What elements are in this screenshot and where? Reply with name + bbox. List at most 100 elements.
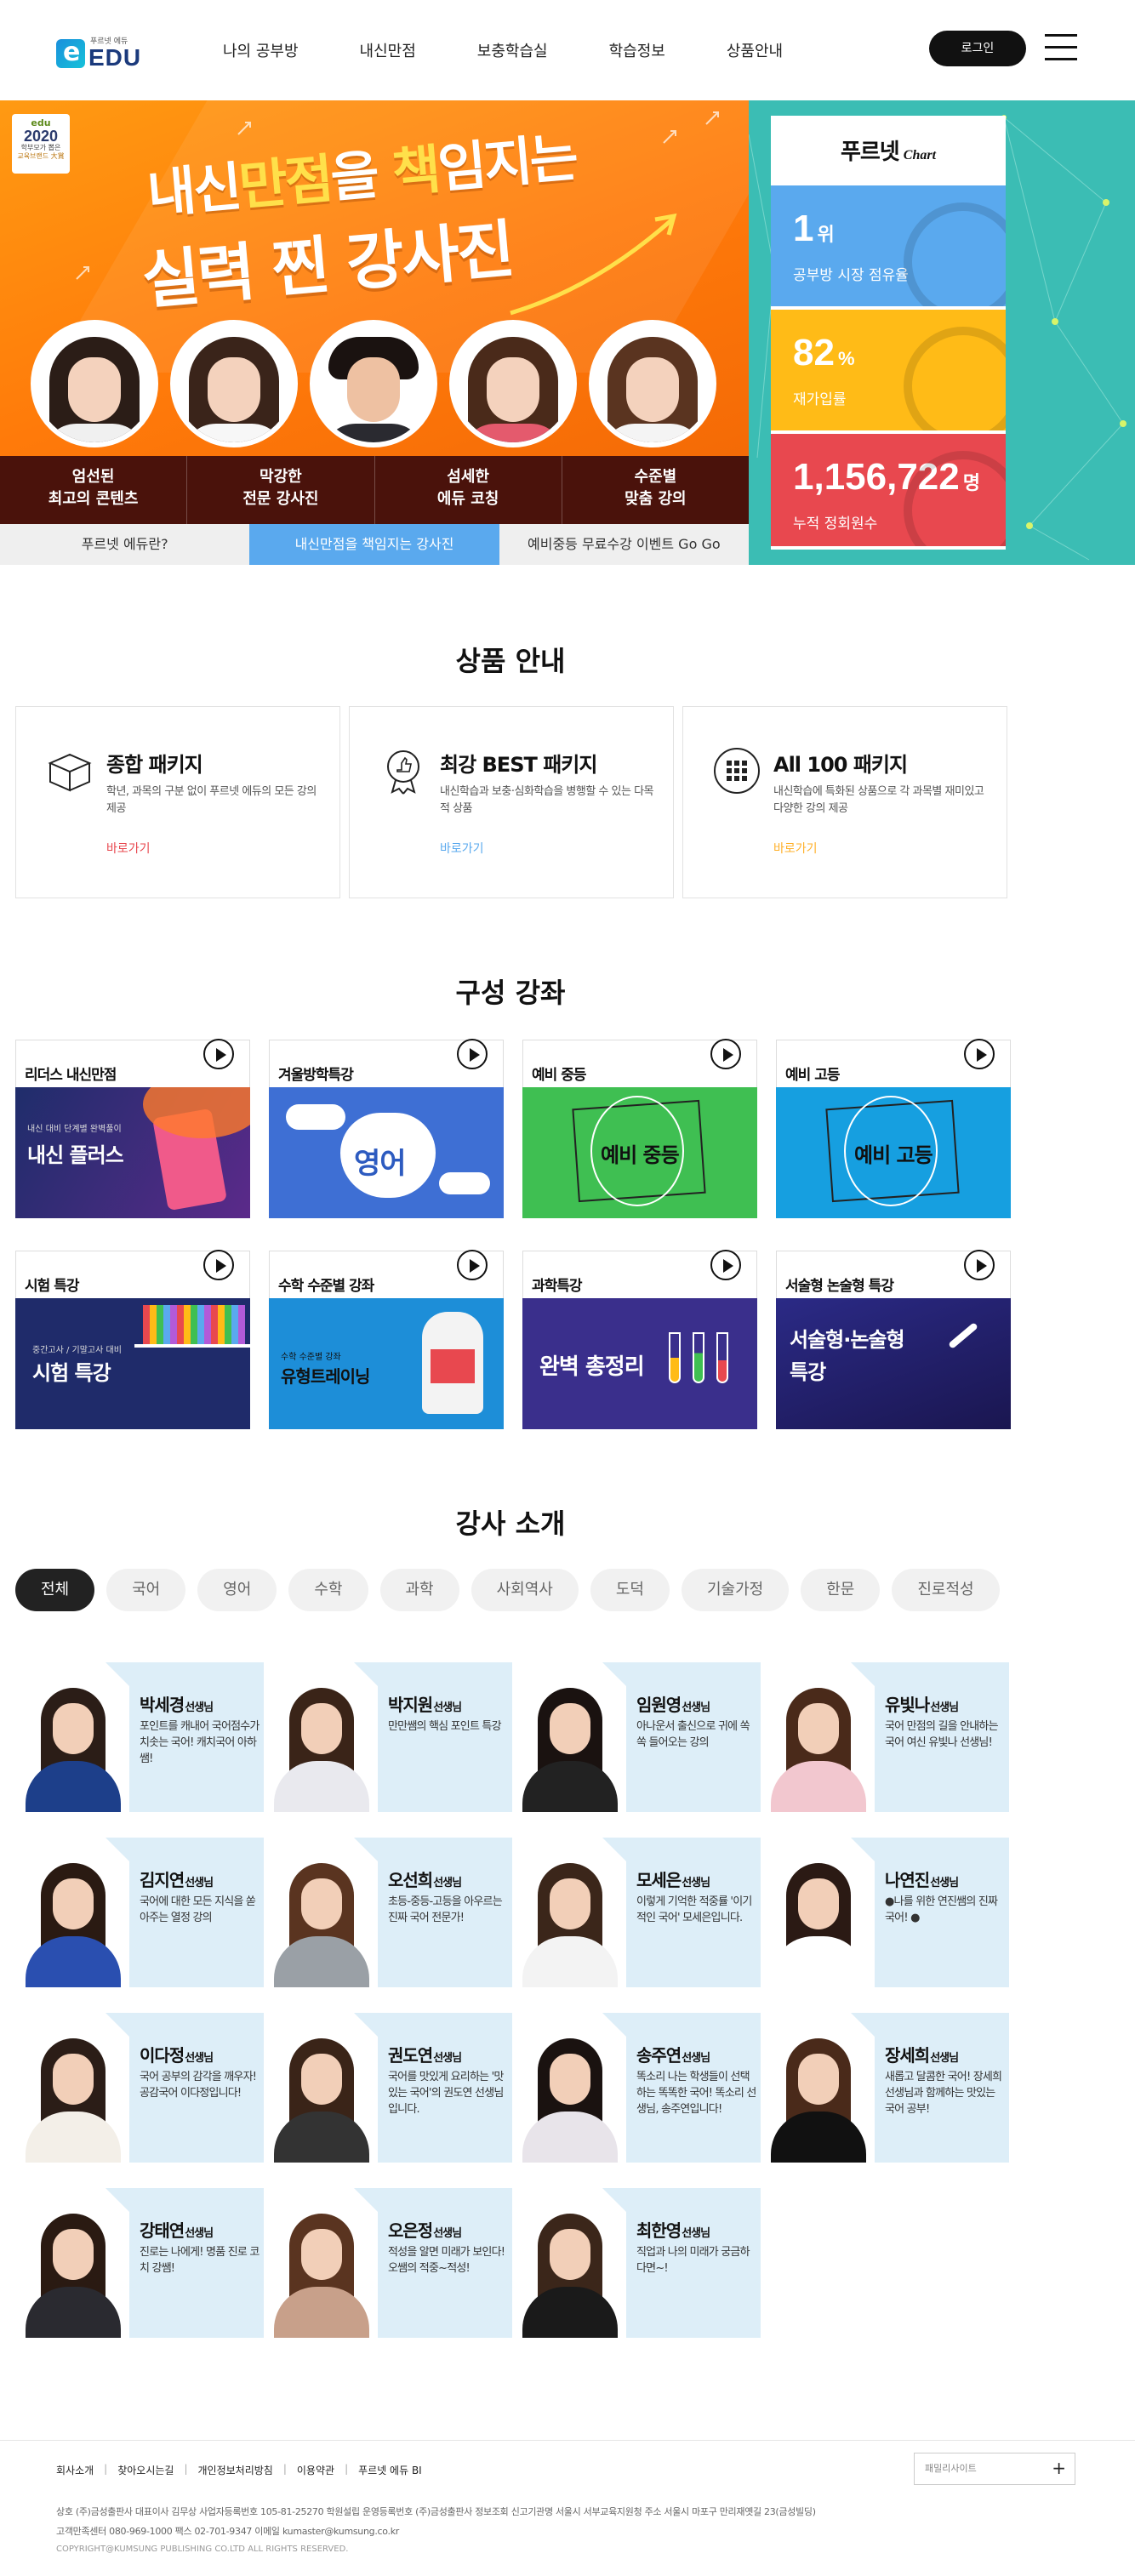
teacher-card[interactable]: 임원영선생님 아나운서 출신으로 귀에 쏙쏙 들어오는 강의 <box>512 1662 761 1812</box>
footer-link[interactable]: 이용약관 <box>297 2463 334 2477</box>
product-card-package[interactable]: 종합 패키지 학년, 과목의 구분 없이 푸르넷 에듀의 모든 강의 제공 바로… <box>15 706 340 898</box>
login-button[interactable]: 로그인 <box>929 31 1026 66</box>
photo-fold-corner <box>106 1838 129 1861</box>
products-title: 상품 안내 <box>455 645 566 677</box>
play-icon[interactable] <box>710 1039 741 1069</box>
nav-item-my-study[interactable]: 나의 공부방 <box>223 39 299 61</box>
teacher-card[interactable]: 김지연선생님 국어에 대한 모든 지식을 쏟아주는 열정 강의 <box>15 1838 264 1987</box>
teacher-card[interactable]: 이다정선생님 국어 공부의 감각을 깨우자! 공감국어 이다정입니다! <box>15 2013 264 2163</box>
teacher-photo <box>761 1662 875 1812</box>
filter-korean[interactable]: 국어 <box>106 1569 186 1611</box>
play-icon[interactable] <box>457 1250 488 1280</box>
teacher-name: 오선희선생님 <box>388 1866 462 1891</box>
play-icon[interactable] <box>710 1250 741 1280</box>
product-link[interactable]: 바로가기 <box>106 840 151 857</box>
play-icon[interactable] <box>203 1250 234 1280</box>
course-card-science[interactable]: 과학특강 완벽 총정리 <box>522 1250 757 1429</box>
play-icon[interactable] <box>457 1039 488 1069</box>
photo-face <box>550 1703 590 1754</box>
teacher-card[interactable]: 최한영선생님 직업과 나의 미래가 궁금하다면~! <box>512 2188 761 2338</box>
photo-fold-corner <box>354 2188 378 2212</box>
teacher-name-text: 나연진 <box>885 1870 930 1890</box>
teacher-card[interactable]: 송주연선생님 똑소리 나는 학생들이 선택하는 똑똑한 국어! 똑소리 선생님, … <box>512 2013 761 2163</box>
character-illustration <box>431 1349 475 1383</box>
photo-fold-corner <box>106 2188 129 2212</box>
play-icon[interactable] <box>964 1039 995 1069</box>
course-card-leaders[interactable]: 리더스 내신만점 내신 대비 단계별 완벽풀이 내신 플러스 <box>15 1039 250 1218</box>
teacher-card[interactable]: 권도연선생님 국어를 맛있게 요리하는 '맛있는 국어'의 권도연 선생님입니다. <box>264 2013 512 2163</box>
hero-caption: 막강한 전문 강사진 <box>187 456 375 524</box>
course-card-essay[interactable]: 서술형 논술형 특강 서술형·논술형 특강 <box>776 1250 1011 1429</box>
hero-tab-teachers[interactable]: 내신만점을 책임지는 강사진 <box>249 524 499 565</box>
photo-fold-corner <box>106 2013 129 2037</box>
menu-icon[interactable] <box>1045 34 1077 63</box>
photo-body <box>274 2287 369 2338</box>
course-thumbnail: 내신 대비 단계별 완벽풀이 내신 플러스 <box>15 1087 250 1218</box>
nav-item-naesin[interactable]: 내신만점 <box>360 39 416 61</box>
photo-body <box>274 1761 369 1812</box>
teacher-card[interactable]: 강태연선생님진로는 나에게! 명품 진로 코치 강쌤! <box>15 2188 264 2338</box>
teacher-card[interactable]: 모세은선생님 이렇게 기억한 적중률 '이기적인 국어' 모세은입니다. <box>512 1838 761 1987</box>
nav-item-products[interactable]: 상품안내 <box>727 39 783 61</box>
stat-unit: 위 <box>817 224 835 245</box>
teacher-name-text: 송주연 <box>636 2045 682 2066</box>
nav-item-supplement[interactable]: 보충학습실 <box>477 39 548 61</box>
product-card-all100[interactable]: All 100 패키지 내신학습에 특화된 상품으로 각 과목별 재미있고 다양… <box>682 706 1007 898</box>
chart-sub: Chart <box>903 148 937 162</box>
filter-tech-home[interactable]: 기술가정 <box>682 1569 790 1611</box>
teacher-card[interactable]: 박지원선생님 만만쌤의 핵심 포인트 특강 <box>264 1662 512 1812</box>
teacher-photo <box>761 2013 875 2163</box>
filter-science[interactable]: 과학 <box>379 1569 459 1611</box>
photo-body <box>522 1936 618 1987</box>
filter-all[interactable]: 전체 <box>15 1569 95 1611</box>
teacher-card[interactable]: 오은정선생님 적성을 알면 미래가 보인다! 오쌤의 적중~적성! <box>264 2188 512 2338</box>
course-card-exam[interactable]: 시험 특강 중간고사 / 기말고사 대비 시험 특강 <box>15 1250 250 1429</box>
teacher-card[interactable]: 박세경선생님 포인트를 캐내어 국어점수가 치솟는 국어! 캐치국어 아하쌤! <box>15 1662 264 1812</box>
nav-item-study-info[interactable]: 학습정보 <box>609 39 665 61</box>
hero-tab-about[interactable]: 푸르넷 에듀란? <box>0 524 250 565</box>
hero-visual[interactable]: edu 2020 학부모가 뽑은 교육브랜드 大賞 내신만점을 책임지는 실력 … <box>0 100 749 456</box>
teacher-desc: 아나운서 출신으로 귀에 쏙쏙 들어오는 강의 <box>636 1720 750 1749</box>
play-icon[interactable] <box>964 1250 995 1280</box>
product-link[interactable]: 바로가기 <box>440 840 484 857</box>
teacher-desc: 새롭고 달콤한 국어! 장세희 선생님과 함께하는 맛있는 국어 공부! <box>885 2071 1002 2116</box>
filter-english[interactable]: 영어 <box>197 1569 277 1611</box>
course-card-pre-high[interactable]: 예비 고등 예비 고등 <box>776 1039 1011 1218</box>
filter-math[interactable]: 수학 <box>288 1569 368 1611</box>
teacher-card[interactable]: 유빛나선생님 국어 만점의 길을 안내하는 국어 여신 유빛나 선생님! <box>761 1662 1009 1812</box>
footer-link[interactable]: 개인정보처리방침 <box>198 2463 273 2477</box>
product-link[interactable]: 바로가기 <box>773 840 818 857</box>
course-card-pre-middle[interactable]: 예비 중등 예비 중등 <box>522 1039 757 1218</box>
course-card-winter[interactable]: 겨울방학특강 영어 <box>269 1039 504 1218</box>
product-card-best[interactable]: 최강 BEST 패키지 내신학습과 보충·심화학습을 병행할 수 있는 다목적 … <box>349 706 674 898</box>
filter-career[interactable]: 진로적성 <box>892 1569 1000 1611</box>
filter-social-history[interactable]: 사회역사 <box>471 1569 579 1611</box>
teacher-card[interactable]: 오선희선생님초등-중등-고등을 아우르는 진짜 국어 전문가! <box>264 1838 512 1987</box>
teacher-desc: 초등-중등-고등을 아우르는 진짜 국어 전문가! <box>388 1895 503 1924</box>
footer-link[interactable]: 회사소개 <box>56 2463 94 2477</box>
family-site-select[interactable]: 패밀리사이트 + <box>914 2453 1075 2485</box>
filter-ethics[interactable]: 도덕 <box>590 1569 670 1611</box>
course-tab: 겨울방학특강 <box>269 1039 504 1087</box>
teacher-name: 강태연선생님 <box>140 2217 214 2242</box>
product-name: All 100 패키지 <box>773 753 908 777</box>
teacher-card[interactable]: 장세희선생님 새롭고 달콤한 국어! 장세희 선생님과 함께하는 맛있는 국어 공… <box>761 2013 1009 2163</box>
play-icon[interactable] <box>203 1039 234 1069</box>
course-tab: 예비 고등 <box>776 1039 1011 1087</box>
caption-line1: 막강한 <box>260 468 302 486</box>
footer-link[interactable]: 찾아오시는길 <box>117 2463 174 2477</box>
photo-face <box>798 1878 839 1929</box>
teacher-name: 박세경선생님 <box>140 1691 214 1716</box>
teacher-title-suffix: 선생님 <box>682 2052 710 2065</box>
title-seg-3: 을 <box>328 141 396 210</box>
product-desc: 내신학습에 특화된 상품으로 각 과목별 재미있고 다양한 강의 제공 <box>773 785 984 815</box>
teacher-name-text: 박지원 <box>388 1695 433 1715</box>
teacher-desc: 진로는 나에게! 명품 진로 코치 강쌤! <box>140 2246 260 2275</box>
course-card-math[interactable]: 수학 수준별 강좌 수학 수준별 강좌 유형트레이닝 <box>269 1250 504 1429</box>
footer-link[interactable]: 푸르넷 에듀 BI <box>358 2463 422 2477</box>
logo[interactable]: 푸르넷 에듀 EDU <box>56 32 141 71</box>
teacher-card[interactable]: 나연진선생님 ●나를 위한 연진쌤의 진짜 국어! ● <box>761 1838 1009 1987</box>
hero-tab-event[interactable]: 예비중등 무료수강 이벤트 Go Go <box>499 524 749 565</box>
filter-chinese[interactable]: 한문 <box>801 1569 881 1611</box>
course-thumbnail: 예비 중등 <box>522 1087 757 1218</box>
